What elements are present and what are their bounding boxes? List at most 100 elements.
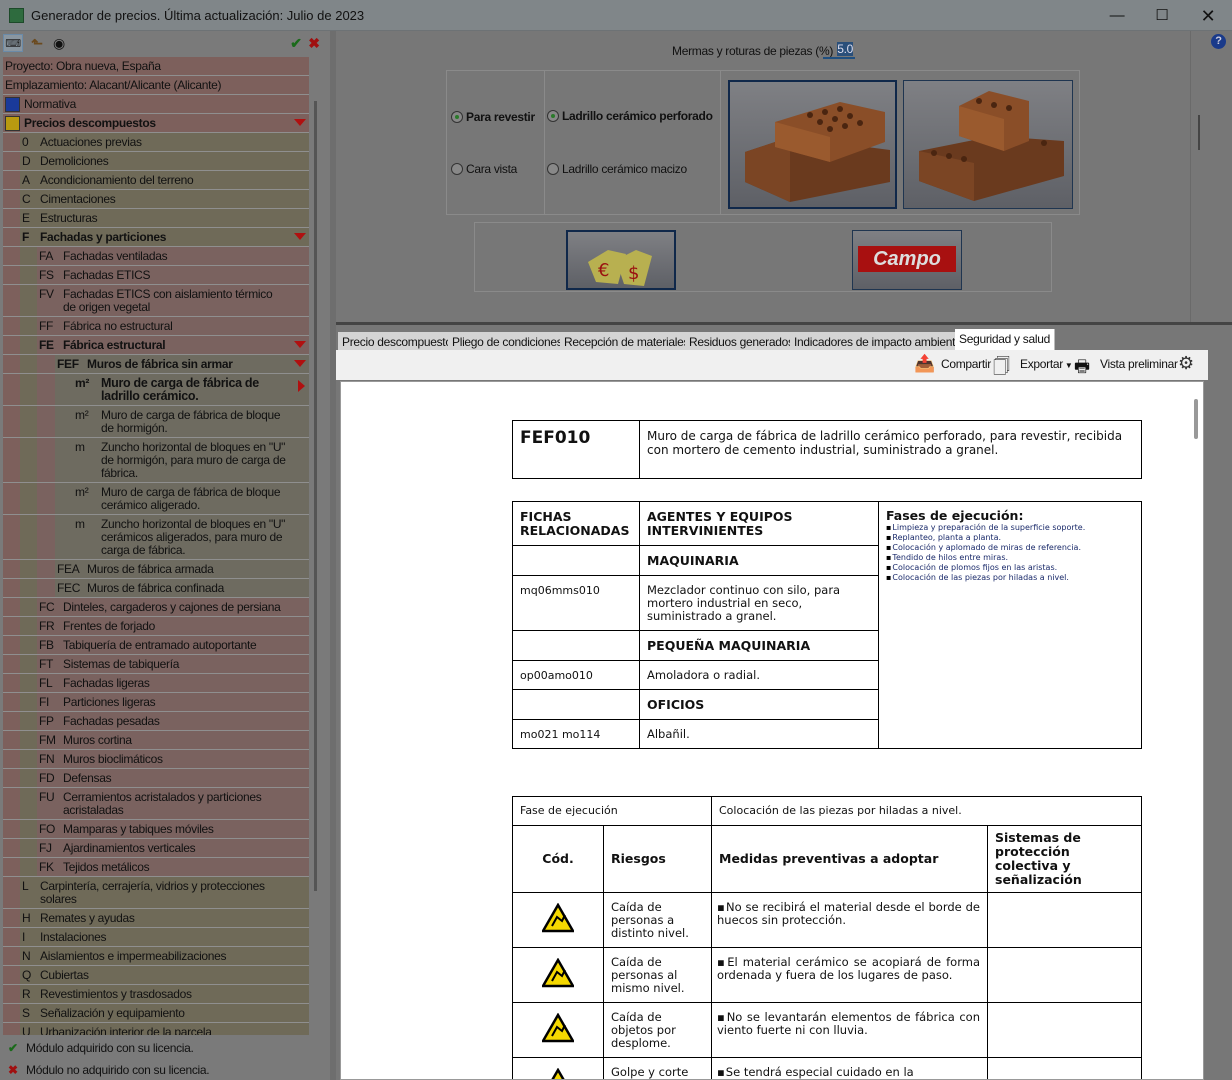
tree-item[interactable]: FL Fachadas ligeras <box>3 674 309 693</box>
tree-item[interactable]: FP Fachadas pesadas <box>3 712 309 731</box>
tree-item[interactable]: FA Fachadas ventiladas <box>3 247 309 266</box>
tree-scrollbar[interactable] <box>314 101 317 891</box>
tree-item-code: FE <box>39 338 54 352</box>
tree-item[interactable]: D Demoliciones <box>3 152 309 171</box>
maximize-button[interactable]: ☐ <box>1152 6 1172 26</box>
prices-button[interactable]: € $ <box>566 230 676 290</box>
tree-item[interactable]: FI Particiones ligeras <box>3 693 309 712</box>
tree-item[interactable]: 0 Actuaciones previas <box>3 133 309 152</box>
export-icon[interactable]: 🗍 <box>993 354 1010 383</box>
mermas-label: Mermas y roturas de piezas (%) <box>672 44 834 58</box>
close-button[interactable]: ✕ <box>1198 6 1218 26</box>
collapse-arrow-icon[interactable] <box>294 360 306 367</box>
falling-objects-warning-icon <box>540 1012 576 1043</box>
tab-pliego-condiciones[interactable]: Pliego de condiciones <box>448 332 568 352</box>
radio-ladrillo-perforado[interactable]: Ladrillo cerámico perforado <box>547 109 713 123</box>
tree-item-label: Demoliciones <box>40 154 109 168</box>
tree-item[interactable]: S Señalización y equipamiento <box>3 1004 309 1023</box>
tree-item-label: Muro de carga de fábrica de bloque cerám… <box>101 485 281 512</box>
scales-icon <box>5 97 20 112</box>
related-code[interactable]: mq06mms010 <box>512 575 640 631</box>
price-tree: Proyecto: Obra nueva, España Emplazamient… <box>3 57 309 1035</box>
tree-item[interactable]: m Zuncho horizontal de bloques en "U" de … <box>3 438 309 483</box>
radio-cara-vista[interactable]: Cara vista <box>451 162 517 176</box>
related-code[interactable]: op00amo010 <box>512 660 640 690</box>
tree-item[interactable]: FO Mamparas y tabiques móviles <box>3 820 309 839</box>
scrollbar-thumb[interactable] <box>1194 399 1198 439</box>
tree-item[interactable]: N Aislamientos e impermeabilizaciones <box>3 947 309 966</box>
binoculars-icon[interactable]: ◉ <box>49 34 69 52</box>
tree-item[interactable]: FF Fábrica no estructural <box>3 317 309 336</box>
collapse-arrow-icon[interactable] <box>294 341 306 348</box>
share-button[interactable]: Compartir <box>941 357 991 371</box>
tree-item[interactable]: I Instalaciones <box>3 928 309 947</box>
tab-residuos-generados[interactable]: Residuos generados <box>685 332 799 352</box>
tree-item-code: R <box>22 987 31 1001</box>
tree-item[interactable]: H Remates y ayudas <box>3 909 309 928</box>
tree-item[interactable]: FU Cerramientos acristalados y particione… <box>3 788 309 820</box>
tree-item[interactable]: FC Dinteles, cargaderos y cajones de pers… <box>3 598 309 617</box>
tree-item[interactable]: Emplazamiento: Alacant/Alicante (Alicant… <box>3 76 309 95</box>
manufacturer-campo-button[interactable]: Campo <box>852 230 962 290</box>
related-code[interactable]: mo021 mo114 <box>512 719 640 749</box>
tree-item[interactable]: FN Muros bioclimáticos <box>3 750 309 769</box>
tree-item[interactable]: Proyecto: Obra nueva, España <box>3 57 309 76</box>
tree-item-label: Muros de fábrica armada <box>87 562 214 576</box>
collapse-arrow-icon[interactable] <box>294 233 306 240</box>
tree-item[interactable]: FJ Ajardinamientos verticales <box>3 839 309 858</box>
tree-item[interactable]: Normativa <box>3 95 309 114</box>
keyboard-icon[interactable]: ⌨ <box>3 34 23 52</box>
tab-precio-descompuesto[interactable]: Precio descompuesto <box>338 332 457 352</box>
tree-item[interactable]: F Fachadas y particiones <box>3 228 309 247</box>
options-scrollbar[interactable] <box>1198 115 1200 150</box>
tree-item[interactable]: U Urbanización interior de la parcela <box>3 1023 309 1035</box>
tree-item[interactable]: FEA Muros de fábrica armada <box>3 560 309 579</box>
tree-item[interactable]: C Cimentaciones <box>3 190 309 209</box>
collapse-arrow-icon[interactable] <box>294 119 306 126</box>
tree-item[interactable]: FEF Muros de fábrica sin armar <box>3 355 309 374</box>
tree-item[interactable]: L Carpintería, cerrajería, vidrios y prot… <box>3 877 309 909</box>
doc-scrollbar[interactable] <box>1188 382 1203 1079</box>
radio-ladrillo-macizo[interactable]: Ladrillo cerámico macizo <box>547 162 687 176</box>
tree-item[interactable]: FM Muros cortina <box>3 731 309 750</box>
tab-seguridad-salud[interactable]: Seguridad y salud <box>955 329 1055 352</box>
tree-item[interactable]: FE Fábrica estructural <box>3 336 309 355</box>
printer-icon[interactable]: 🖶 <box>1074 354 1090 383</box>
brick-wall-option-1[interactable] <box>728 80 897 209</box>
mermas-input[interactable]: 5.0 <box>823 42 855 59</box>
tree-item[interactable]: Q Cubiertas <box>3 966 309 985</box>
tree-item[interactable]: Precios descompuestos <box>3 114 309 133</box>
print-preview-button[interactable]: Vista preliminar <box>1100 357 1178 371</box>
tab-recepcion-materiales[interactable]: Recepción de materiales <box>560 332 695 352</box>
brick-wall-option-2[interactable] <box>903 80 1073 209</box>
tree-item[interactable]: FT Sistemas de tabiquería <box>3 655 309 674</box>
tree-item[interactable]: FK Tejidos metálicos <box>3 858 309 877</box>
tree-item[interactable]: FR Frentes de forjado <box>3 617 309 636</box>
tab-indicadores-impacto[interactable]: Indicadores de impacto ambiental <box>790 332 969 352</box>
tree-item[interactable]: FS Fachadas ETICS <box>3 266 309 285</box>
tree-item[interactable]: FD Defensas <box>3 769 309 788</box>
measure-cell: No se levantarán elementos de fábrica co… <box>711 1002 988 1058</box>
tree-item[interactable]: A Acondicionamiento del terreno <box>3 171 309 190</box>
tree-item[interactable]: E Estructuras <box>3 209 309 228</box>
share-icon[interactable]: 📤 <box>914 354 935 374</box>
tree-item[interactable]: FV Fachadas ETICS con aislamiento térmico… <box>3 285 309 317</box>
tree-item-label: Revestimientos y trasdosados <box>40 987 192 1001</box>
tree-item[interactable]: FEC Muros de fábrica confinada <box>3 579 309 598</box>
tree-item[interactable]: m² Muro de carga de fábrica de bloque de … <box>3 406 309 438</box>
tree-item[interactable]: m² Muro de carga de fábrica de bloque cer… <box>3 483 309 515</box>
cancel-x-icon[interactable]: ✖ <box>304 34 324 52</box>
tree-item[interactable]: R Revestimientos y trasdosados <box>3 985 309 1004</box>
radio-para-revestir[interactable]: Para revestir <box>451 110 535 124</box>
tree-item[interactable]: m Zuncho horizontal de bloques en "U" cer… <box>3 515 309 560</box>
tree-item-label: Dinteles, cargaderos y cajones de persia… <box>63 600 281 614</box>
tree-item[interactable]: FB Tabiquería de entramado autoportante <box>3 636 309 655</box>
accept-check-icon[interactable]: ✔ <box>286 34 306 52</box>
tree-item[interactable]: m² Muro de carga de fábrica de ladrillo c… <box>3 374 309 406</box>
minimize-button[interactable]: — <box>1107 6 1127 26</box>
go-up-icon[interactable]: ⬑ <box>27 34 47 52</box>
settings-gear-icon[interactable]: ⚙ <box>1178 353 1194 374</box>
help-icon[interactable]: ? <box>1211 34 1226 49</box>
export-button[interactable]: Exportar ▼ <box>1020 357 1073 371</box>
tab-bar: Precio descompuesto Pliego de condicione… <box>336 322 1232 352</box>
